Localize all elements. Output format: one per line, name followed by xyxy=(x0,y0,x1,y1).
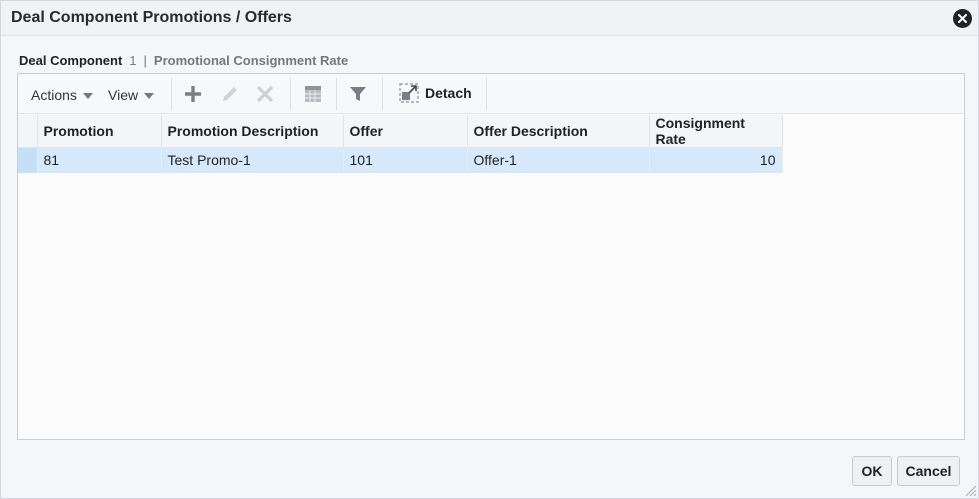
promotions-panel: Actions View Detach Promotion Promotion … xyxy=(17,73,965,440)
actions-menu[interactable]: Actions xyxy=(31,87,93,103)
cancel-button[interactable]: Cancel xyxy=(897,456,960,486)
view-menu-label: View xyxy=(108,87,139,103)
actions-menu-label: Actions xyxy=(31,87,77,103)
deal-component-description: Promotional Consignment Rate xyxy=(153,53,349,68)
cell-consignment-rate: 10 xyxy=(649,147,783,173)
toolbar-divider xyxy=(336,78,337,110)
delete-button[interactable] xyxy=(254,83,276,105)
chevron-down-icon xyxy=(82,93,93,99)
column-header-consignment-rate[interactable]: Consignment Rate xyxy=(649,115,783,148)
view-menu[interactable]: View xyxy=(108,87,155,103)
plus-icon xyxy=(185,86,201,102)
toolbar-divider xyxy=(290,78,291,110)
row-selector-header xyxy=(18,115,38,148)
toolbar-divider xyxy=(382,78,383,110)
edit-button[interactable] xyxy=(219,83,241,105)
pencil-icon xyxy=(223,87,237,101)
delete-x-icon xyxy=(256,85,274,103)
chevron-down-icon xyxy=(144,93,155,99)
ok-button[interactable]: OK xyxy=(852,456,892,486)
deal-component-label: Deal Component xyxy=(19,53,123,68)
filter-button[interactable] xyxy=(347,83,369,105)
cell-offer: 101 xyxy=(343,147,468,173)
close-icon xyxy=(958,14,967,23)
table-toolbar: Actions View Detach xyxy=(18,74,964,114)
add-button[interactable] xyxy=(182,83,204,105)
filter-icon xyxy=(350,87,366,101)
column-header-offer-description[interactable]: Offer Description xyxy=(467,115,650,148)
cell-promotion-description: Test Promo-1 xyxy=(161,147,344,173)
detach-label: Detach xyxy=(425,85,472,101)
deal-component-number: 1 xyxy=(129,53,137,68)
freeze-button[interactable] xyxy=(302,83,324,105)
cell-promotion: 81 xyxy=(37,147,162,173)
close-button[interactable] xyxy=(953,9,972,28)
column-header-offer[interactable]: Offer xyxy=(343,115,468,148)
cell-offer-description: Offer-1 xyxy=(467,147,650,173)
dialog: Deal Component Promotions / Offers Deal … xyxy=(0,0,979,499)
detach-button[interactable]: Detach xyxy=(399,83,472,103)
table-header-row: Promotion Promotion Description Offer Of… xyxy=(18,115,783,148)
separator: | xyxy=(143,53,147,68)
detach-icon xyxy=(399,83,419,103)
table-row[interactable]: 81 Test Promo-1 101 Offer-1 10 xyxy=(18,147,783,173)
deal-component-breadcrumb: Deal Component 1 | Promotional Consignme… xyxy=(19,53,348,68)
toolbar-divider xyxy=(171,78,172,110)
dialog-title: Deal Component Promotions / Offers xyxy=(11,9,292,26)
freeze-icon xyxy=(305,86,321,102)
row-selector[interactable] xyxy=(18,147,38,173)
dialog-header: Deal Component Promotions / Offers xyxy=(1,1,978,36)
promotions-table: Promotion Promotion Description Offer Of… xyxy=(18,115,783,173)
resize-handle-icon[interactable] xyxy=(963,483,977,497)
column-header-promotion[interactable]: Promotion xyxy=(37,115,162,148)
column-header-promotion-description[interactable]: Promotion Description xyxy=(161,115,344,148)
toolbar-divider xyxy=(486,78,487,110)
